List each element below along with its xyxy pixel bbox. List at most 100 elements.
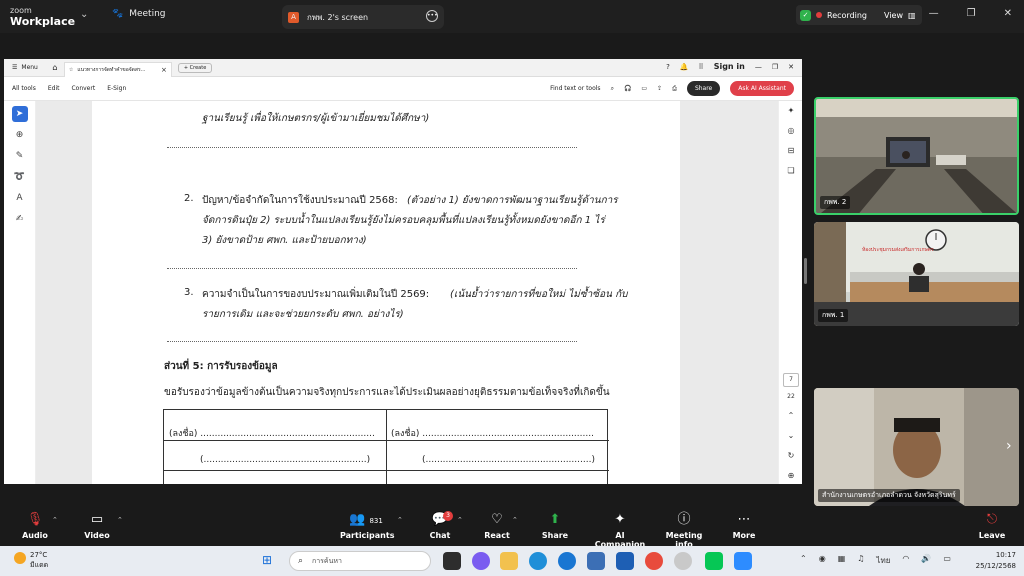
chevron-up-icon[interactable]: ⌃ [117, 516, 123, 524]
headphones-icon[interactable]: 🎧 [624, 85, 631, 92]
meeting-info-button[interactable]: ⓘ Meeting info [658, 512, 710, 549]
select-cursor-icon[interactable]: ➤ [11, 106, 28, 122]
panel-resize-handle[interactable] [804, 258, 807, 284]
record-dot-icon [816, 12, 822, 18]
create-button[interactable]: + Create [177, 62, 213, 73]
zoom-in-icon[interactable]: ⊕ [779, 466, 803, 486]
sparkle-icon: ✦ [614, 512, 626, 527]
language-indicator[interactable]: ไทย [876, 554, 890, 567]
star-icon[interactable]: ☆ [69, 67, 73, 73]
mail-icon[interactable] [616, 552, 634, 570]
app-icon[interactable] [674, 552, 692, 570]
chevron-up-icon[interactable]: ⌃ [52, 516, 58, 524]
video-button[interactable]: ▭ Video [82, 512, 112, 540]
taskbar-search[interactable]: ⌕ การค้นหา [289, 551, 431, 571]
tray-icon[interactable]: ♫ [857, 554, 864, 567]
bookmark-icon[interactable]: ⊟ [779, 141, 803, 161]
react-button[interactable]: ♡ React [482, 512, 512, 540]
restore-icon[interactable]: ❐ [772, 63, 778, 71]
participant-video-tile[interactable]: กพพ. 2 [814, 97, 1019, 215]
meeting-button[interactable]: 🐾 Meeting [112, 9, 166, 19]
shared-screen-tab[interactable]: A กพพ. 2's screen ••• [282, 5, 444, 29]
chevron-up-icon[interactable]: ⌃ [397, 516, 403, 524]
view-button[interactable]: View [884, 11, 903, 20]
volume-icon[interactable]: 🔊 [921, 554, 931, 567]
pages-icon[interactable]: ❏ [779, 161, 803, 181]
find-label[interactable]: Find text or tools [550, 85, 600, 92]
rotate-icon[interactable]: ↻ [779, 446, 803, 466]
bell-icon[interactable]: 🔔 [680, 63, 689, 71]
help-icon[interactable]: ? [666, 63, 670, 71]
store-icon[interactable] [587, 552, 605, 570]
weather-condition: มีแดด [30, 561, 49, 569]
lasso-icon[interactable]: ➰ [12, 169, 28, 185]
zoom-workplace-logo[interactable]: zoom Workplace [10, 5, 75, 27]
search-icon[interactable]: ⌕ [611, 85, 614, 93]
copilot-icon[interactable] [472, 552, 490, 570]
leave-button[interactable]: ⎋ Leave [978, 512, 1006, 540]
more-button[interactable]: ⋯ More [730, 512, 758, 540]
chevron-up-icon[interactable]: ⌃ [512, 516, 518, 524]
page-up-icon[interactable]: ⌃ [779, 406, 803, 426]
zoom-app-icon[interactable] [734, 552, 752, 570]
page-down-icon[interactable]: ⌄ [779, 426, 803, 446]
chevron-up-icon[interactable]: ⌃ [457, 516, 463, 524]
document-tab[interactable]: ☆ แนวทางการจัดทำคำขอจัดสร... × [63, 61, 172, 77]
ai-generate-icon[interactable]: ✦ [779, 101, 803, 121]
tray-icon[interactable]: ▦ [838, 554, 846, 567]
tray-icon[interactable]: ◉ [819, 554, 826, 567]
apps-icon[interactable]: ⠿ [699, 63, 704, 71]
certify-text: ขอรับรองว่าข้อมูลข้างต้นเป็นความจริงทุกป… [164, 387, 610, 398]
more-options-icon[interactable]: ••• [426, 10, 438, 22]
upload-icon[interactable]: ⇪ [657, 85, 662, 92]
chrome-icon[interactable] [645, 552, 663, 570]
clock-date: 25/12/2568 [975, 562, 1016, 570]
restore-icon[interactable]: ❐ [967, 8, 976, 19]
ai-companion-button[interactable]: ✦ AI Companion [592, 512, 648, 549]
zoom-comment-icon[interactable]: ⊕ [12, 127, 28, 143]
windows-start-icon[interactable]: ⊞ [262, 553, 272, 567]
close-icon[interactable]: ✕ [788, 63, 794, 71]
print-icon[interactable]: ⎙ [672, 85, 677, 93]
battery-icon[interactable]: ▭ [943, 554, 951, 567]
weather-widget[interactable]: 27°C มีแดด [14, 550, 48, 570]
clock[interactable]: 10:17 25/12/2568 [976, 550, 1016, 572]
participant-video-tile[interactable]: ห้องประชุมกรมส่งเสริมการเกษตร กพพ. 1 [814, 222, 1019, 326]
comment-icon[interactable]: ◎ [779, 121, 803, 141]
edge-icon[interactable] [529, 552, 547, 570]
sign-in-link[interactable]: Sign in [714, 62, 745, 71]
tool-all-tools[interactable]: All tools [12, 85, 36, 92]
tool-convert[interactable]: Convert [71, 85, 95, 92]
audio-button[interactable]: 🎙 Audio [20, 512, 50, 540]
chat-button[interactable]: 💬 3 Chat [425, 511, 455, 540]
window-controls: — ❐ ✕ [929, 8, 1012, 19]
text-box-icon[interactable]: A [12, 190, 28, 206]
menu-button[interactable]: ☰ Menu [4, 64, 46, 71]
audio-label: Audio [22, 531, 48, 540]
task-view-icon[interactable] [443, 552, 461, 570]
file-explorer-icon[interactable] [500, 552, 518, 570]
next-page-arrow[interactable]: › [1006, 438, 1012, 454]
current-page-input[interactable]: 7 [783, 373, 799, 387]
close-tab-icon[interactable]: × [161, 66, 167, 74]
minimize-icon[interactable]: — [755, 63, 762, 71]
chevron-down-icon[interactable]: ⌄ [80, 9, 88, 20]
save-icon[interactable]: ▭ [641, 85, 647, 92]
viewer-share-button[interactable]: Share [686, 81, 721, 96]
pen-icon[interactable]: ✎ [12, 148, 28, 164]
home-icon[interactable]: ⌂ [46, 63, 64, 72]
firefox-icon[interactable] [558, 552, 576, 570]
wifi-icon[interactable]: ◠ [902, 554, 909, 567]
minimize-icon[interactable]: — [929, 8, 939, 19]
stamp-icon[interactable]: ✍ [12, 211, 28, 227]
participant-video-tile[interactable]: สำนักงานเกษตรอำเภอลำดวน จังหวัดสุรินทร์ [814, 388, 1019, 506]
participants-button[interactable]: 👥 831 Participants [340, 512, 394, 540]
recording-status[interactable]: ✓ Recording View ▥ [796, 5, 922, 25]
tool-esign[interactable]: E-Sign [107, 85, 126, 92]
close-icon[interactable]: ✕ [1004, 8, 1012, 19]
share-screen-button[interactable]: ⬆ Share [540, 512, 570, 540]
tool-edit[interactable]: Edit [48, 85, 60, 92]
chevron-up-icon[interactable]: ⌃ [800, 554, 807, 567]
ai-assistant-button[interactable]: Ask AI Assistant [730, 81, 794, 96]
line-app-icon[interactable] [705, 552, 723, 570]
